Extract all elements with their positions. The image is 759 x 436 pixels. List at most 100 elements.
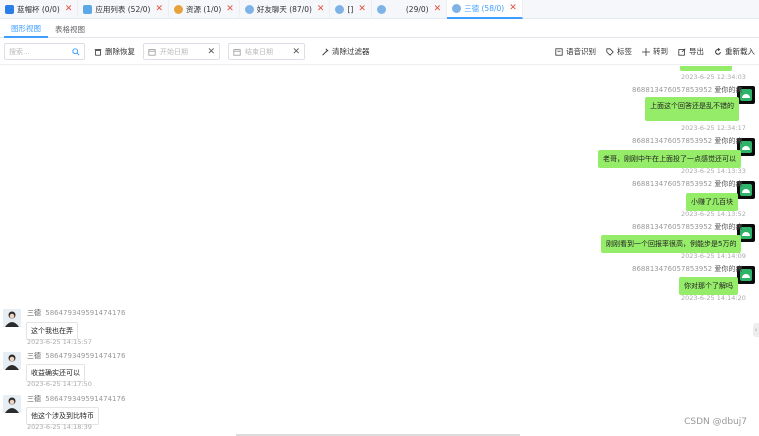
person-avatar-icon <box>3 352 21 370</box>
message-time: 2023-6-25 14:13:52 <box>681 210 746 218</box>
reload-label: 重新载入 <box>725 47 755 56</box>
tab-resources[interactable]: 资源 (1/0) ✕ <box>169 0 240 19</box>
tab-label: 资源 (1/0) <box>185 5 222 14</box>
sender-name: 三德 <box>27 309 41 317</box>
search-icon[interactable] <box>72 47 80 56</box>
message-bubble[interactable]: 小赚了几百块 <box>686 193 738 211</box>
message-text: 收益确实还可以 <box>31 369 80 377</box>
tab-app-list[interactable]: 应用列表 (52/0) ✕ <box>78 0 169 19</box>
delete-restore-button[interactable]: 删除恢复 <box>94 46 135 57</box>
trash-icon <box>94 48 102 56</box>
clear-filter-label: 清除过滤器 <box>332 47 370 56</box>
delete-restore-label: 删除恢复 <box>105 47 135 56</box>
reload-button[interactable]: 重新载入 <box>714 46 755 57</box>
tab-empty-chat[interactable]: [] ✕ <box>330 0 372 19</box>
resource-icon <box>173 5 183 14</box>
tag-icon <box>606 47 614 56</box>
tab-label: 好友聊天 (87/0) <box>256 5 312 14</box>
message-bubble <box>680 66 732 71</box>
tab-table-view[interactable]: 表格视图 <box>48 20 92 38</box>
app-list-icon <box>83 5 93 14</box>
tab-graphic-view[interactable]: 图形视图 <box>4 20 48 38</box>
message-meta: 868813476057853952 爱你的病 <box>632 85 744 95</box>
person-avatar-icon <box>3 309 21 327</box>
close-icon[interactable]: ✕ <box>317 5 325 14</box>
message-time: 2023-6-25 12:34:03 <box>681 73 746 81</box>
tab-friend-chat[interactable]: 好友聊天 (87/0) ✕ <box>240 0 331 19</box>
start-date-field[interactable]: 开始日期 ✕ <box>143 43 220 60</box>
close-icon[interactable]: ✕ <box>358 5 366 14</box>
message-bubble[interactable]: 刚刚看到一个回报率很高，例能步是5万的 <box>601 235 742 253</box>
tab-label: [] <box>347 5 354 14</box>
message-bubble[interactable]: 老哥，刚刚中午在上面投了一点感觉还可以 <box>598 150 741 168</box>
sender-id: 868813476057853952 <box>632 86 713 94</box>
avatar[interactable] <box>3 309 21 327</box>
close-icon[interactable]: ✕ <box>226 5 234 14</box>
search-placeholder: 搜索... <box>9 47 30 56</box>
sender-id: 868813476057853952 <box>632 223 713 231</box>
message-time: 2023-6-25 12:34:17 <box>681 124 746 132</box>
tab-sande[interactable]: 三德 (58/0) ✕ <box>447 0 523 19</box>
tab-label: 三德 (58/0) <box>464 4 505 13</box>
message-bubble[interactable]: 上面这个回答还是乱不错的 <box>645 97 739 121</box>
message-meta: 三德 586479349591474176 <box>27 308 125 318</box>
sender-name: 爱你的病 <box>714 265 743 273</box>
close-icon[interactable]: ✕ <box>65 5 73 14</box>
close-icon[interactable]: ✕ <box>509 4 517 13</box>
avatar[interactable] <box>3 395 21 413</box>
avatar[interactable] <box>3 352 21 370</box>
clear-icon[interactable]: ✕ <box>207 47 215 57</box>
tab-label: 蓝帽杯 (0/0) <box>17 5 60 14</box>
speech-icon <box>555 47 563 56</box>
toolbar: 搜索... 删除恢复 开始日期 ✕ 结束日期 ✕ 清除过滤器 语音识别 标签 转… <box>0 39 759 65</box>
message-text: 刚刚看到一个回报率很高，例能步是5万的 <box>606 240 737 248</box>
search-input[interactable]: 搜索... <box>4 43 85 60</box>
export-label: 导出 <box>689 47 704 56</box>
sender-name: 三德 <box>27 352 41 360</box>
sender-name: 爱你的病 <box>714 86 743 94</box>
view-tabs: 图形视图 表格视图 <box>0 20 759 38</box>
message-meta: 三德 586479349591474176 <box>27 394 125 404</box>
tab-label: 应用列表 (52/0) <box>95 5 151 14</box>
speech-label: 语音识别 <box>566 47 596 56</box>
message-meta: 868813476057853952 爱你的病 <box>632 136 744 146</box>
tag-button[interactable]: 标签 <box>606 46 632 57</box>
broom-icon <box>322 47 329 56</box>
message-time: 2023-6-25 14:13:33 <box>681 167 746 175</box>
refresh-icon <box>715 47 721 55</box>
case-icon <box>5 5 14 14</box>
message-text: 上面这个回答还是乱不错的 <box>650 102 734 110</box>
end-date-field[interactable]: 结束日期 ✕ <box>228 43 305 60</box>
sender-id: 868813476057853952 <box>632 180 713 188</box>
message-time: 2023-6-25 14:17:50 <box>27 380 92 388</box>
goto-label: 转到 <box>653 47 668 56</box>
goto-button[interactable]: 转到 <box>642 46 668 57</box>
close-icon[interactable]: ✕ <box>155 5 163 14</box>
speech-recognition-button[interactable]: 语音识别 <box>555 46 596 57</box>
message-meta: 868813476057853952 爱你的病 <box>632 222 744 232</box>
tab-lanmaobei[interactable]: 蓝帽杯 (0/0) ✕ <box>0 0 79 19</box>
watermark: CSDN @dbuj7 <box>684 417 747 427</box>
message-text: 老哥，刚刚中午在上面投了一点感觉还可以 <box>603 155 736 163</box>
clear-icon[interactable]: ✕ <box>292 47 300 57</box>
chat-area[interactable]: 2023-6-25 12:34:03 868813476057853952 爱你… <box>0 66 759 436</box>
message-text: 小赚了几百块 <box>691 198 733 206</box>
chat-icon <box>335 5 345 14</box>
sender-name: 爱你的病 <box>714 223 743 231</box>
export-button[interactable]: 导出 <box>678 46 704 57</box>
message-text: 他这个涉及到比特币 <box>31 412 94 420</box>
chat-icon <box>244 5 254 14</box>
calendar-icon <box>233 48 241 56</box>
message-meta: 三德 586479349591474176 <box>27 351 125 361</box>
collapse-handle[interactable]: ‹ <box>753 323 759 337</box>
message-text: 你对那个了解吗 <box>684 282 733 290</box>
sender-id: 586479349591474176 <box>45 395 126 403</box>
export-icon <box>678 48 686 56</box>
tab-label: (29/0) <box>405 5 429 14</box>
sender-name: 爱你的病 <box>714 137 743 145</box>
person-avatar-icon <box>3 395 21 413</box>
clear-filter-button[interactable]: 清除过滤器 <box>321 46 370 57</box>
tab-chat-29[interactable]: (29/0) ✕ <box>372 0 448 19</box>
message-bubble[interactable]: 你对那个了解吗 <box>679 277 738 295</box>
close-icon[interactable]: ✕ <box>434 5 442 14</box>
